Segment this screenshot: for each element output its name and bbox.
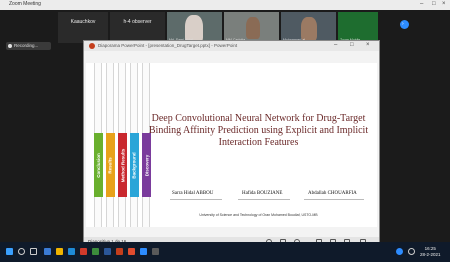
- section-tab: Background: [130, 133, 139, 197]
- zoom-title-bar: Zoom Meeting – □ ×: [0, 0, 450, 10]
- app-icon[interactable]: [92, 248, 99, 255]
- section-label: Discovery: [144, 154, 150, 176]
- participant-tile[interactable]: Mohammed al...: [281, 12, 336, 43]
- clock-date: 28-2-2021: [420, 252, 441, 257]
- next-page-button[interactable]: ›: [400, 20, 409, 29]
- record-icon: [8, 44, 12, 48]
- slide-affiliation: University of Science and Technology of …: [199, 213, 318, 217]
- word-icon[interactable]: [104, 248, 111, 255]
- slide-title: Deep Convolutional Neural Network for Dr…: [148, 113, 369, 148]
- section-tab: Results: [106, 133, 115, 197]
- participant-name: h-4 observer: [123, 19, 152, 25]
- powerpoint-icon[interactable]: [116, 248, 123, 255]
- ppt-window-title: Diaporama PowerPoint - [presentation_Dru…: [98, 43, 238, 48]
- app-icon[interactable]: [152, 248, 159, 255]
- section-label: Method Results: [120, 148, 126, 182]
- app-icon[interactable]: [44, 248, 51, 255]
- ppt-title-bar: Diaporama PowerPoint - [presentation_Dru…: [84, 41, 379, 51]
- windows-start-icon[interactable]: [6, 248, 13, 255]
- participant-tile[interactable]: Zoom Mobile: [338, 12, 378, 43]
- task-view-icon[interactable]: [30, 248, 37, 255]
- app-icon[interactable]: [128, 248, 135, 255]
- minimize-icon[interactable]: –: [334, 42, 337, 48]
- powerpoint-icon: [89, 43, 95, 49]
- minimize-icon[interactable]: –: [420, 1, 423, 8]
- taskbar: 16:25 28-2-2021: [0, 242, 450, 262]
- section-tab: Method Results: [118, 133, 127, 197]
- file-explorer-icon[interactable]: [56, 248, 63, 255]
- chevron-right-icon: ›: [402, 21, 404, 27]
- participant-tile[interactable]: Kaauchkov: [58, 12, 108, 43]
- participant-tile[interactable]: Md. Sami Hidal: [167, 12, 222, 43]
- participant-tile[interactable]: h-4 observer: [110, 12, 165, 43]
- section-tab: Conclusion: [94, 133, 103, 197]
- author-underline: [170, 199, 222, 200]
- participant-name: Kaauchkov: [70, 19, 96, 25]
- recording-label: Recording...: [14, 43, 39, 48]
- author-underline: [304, 199, 364, 200]
- zoom-icon[interactable]: [140, 248, 147, 255]
- edge-icon[interactable]: [68, 248, 75, 255]
- author-name: Abdallah CHOUARFIA: [308, 191, 357, 196]
- section-label: Conclusion: [96, 152, 101, 178]
- recording-indicator[interactable]: Recording...: [6, 42, 51, 50]
- author-name: Hafida BOUZIANE: [242, 191, 283, 196]
- close-icon[interactable]: ×: [442, 1, 446, 8]
- slide: Conclusion Results Method Results Backgr…: [86, 63, 377, 227]
- maximize-icon[interactable]: □: [350, 42, 354, 48]
- wifi-icon[interactable]: [408, 248, 415, 255]
- participant-tile[interactable]: MM-Carlotta: [224, 12, 279, 43]
- section-label: Background: [132, 151, 138, 179]
- zoom-tray-icon[interactable]: [396, 248, 403, 255]
- maximize-icon[interactable]: □: [432, 1, 436, 8]
- search-icon[interactable]: [18, 248, 25, 255]
- close-icon[interactable]: ×: [366, 42, 370, 48]
- section-label: Results: [108, 156, 114, 174]
- zoom-window-title: Zoom Meeting: [9, 1, 41, 7]
- powerpoint-window: Diaporama PowerPoint - [presentation_Dru…: [83, 40, 380, 248]
- app-icon[interactable]: [80, 248, 87, 255]
- author-name: Sarra Hidal ABBOU: [172, 191, 214, 196]
- system-clock[interactable]: 16:25 28-2-2021: [420, 246, 441, 258]
- participant-video: [246, 17, 260, 39]
- author-underline: [238, 199, 290, 200]
